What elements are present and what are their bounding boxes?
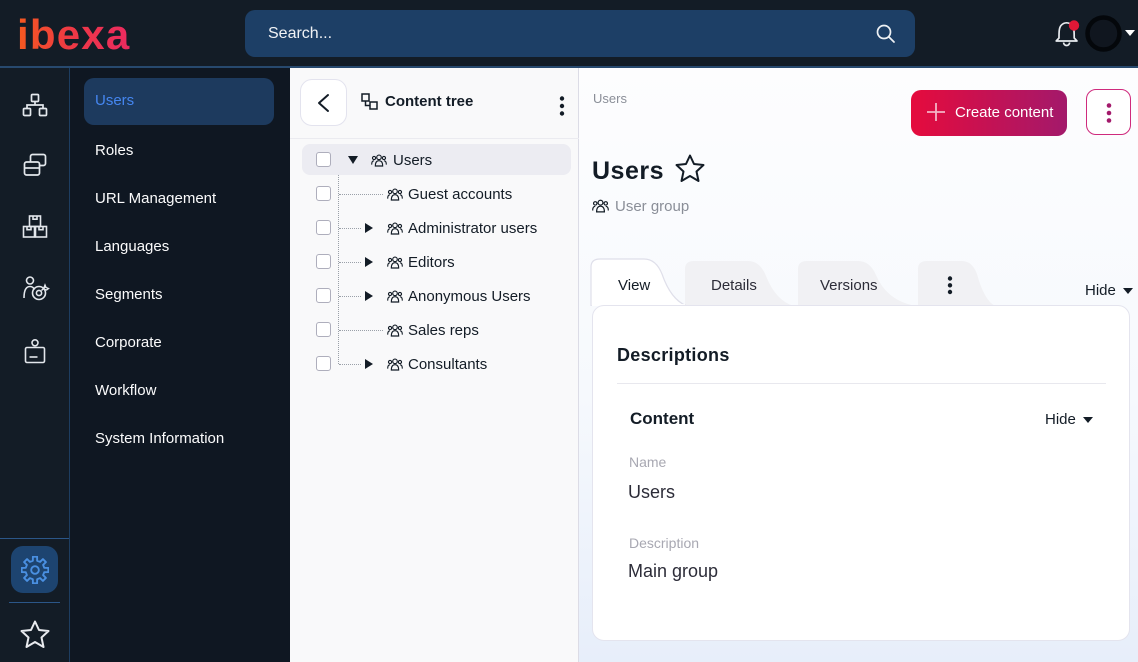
svg-text:Versions: Versions [820,277,878,294]
svg-text:ibexa: ibexa [17,11,130,56]
svg-text:View: View [618,277,650,294]
svg-text:Details: Details [711,277,757,294]
